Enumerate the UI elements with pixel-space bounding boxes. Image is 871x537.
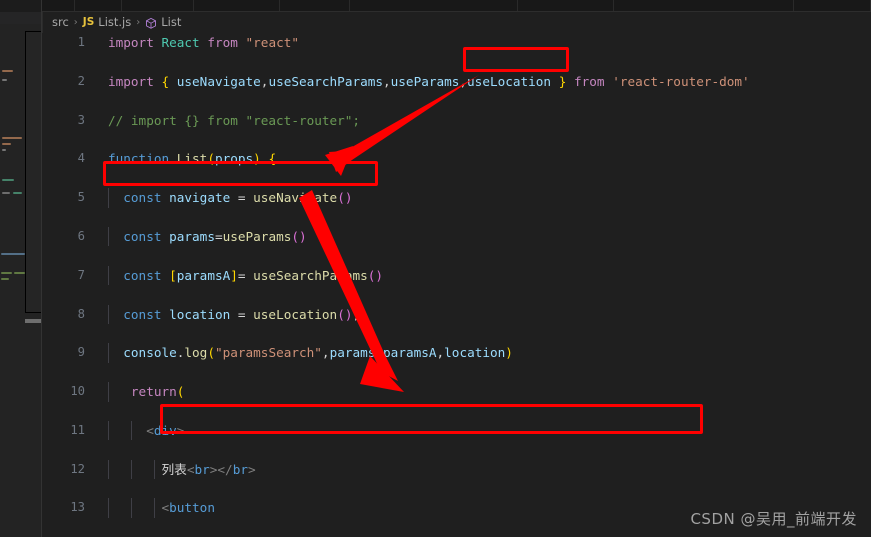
tab-segment[interactable] [794, 0, 871, 11]
tab-segment[interactable] [433, 0, 518, 11]
code-line[interactable]: 8 const location = useLocation(); [42, 304, 871, 324]
line-content[interactable]: 列表<br></br> [108, 460, 255, 479]
line-content[interactable]: const params=useParams() [108, 227, 306, 246]
minimap-scroll-slider[interactable] [25, 319, 42, 323]
minimap-strip[interactable] [0, 0, 43, 537]
breadcrumb-item-src[interactable]: src [52, 15, 69, 29]
line-number: 5 [77, 190, 85, 205]
code-line[interactable]: 5 const navigate = useNavigate() [42, 188, 871, 208]
minimap-strip-header [0, 0, 42, 12]
watermark: CSDN @吴用_前端开发 [690, 510, 857, 528]
line-number: 3 [77, 112, 85, 127]
tab-segment[interactable] [697, 0, 794, 11]
line-number: 7 [77, 267, 85, 282]
line-number: 12 [70, 461, 85, 476]
breadcrumb[interactable]: src › JS List.js › List [52, 12, 181, 32]
breadcrumb-item-file[interactable]: List.js [98, 15, 131, 29]
line-content[interactable]: import React from "react" [108, 33, 299, 52]
vscode-window: src › JS List.js › List 1 import React f… [0, 0, 871, 537]
js-file-icon: JS [82, 16, 95, 28]
line-content[interactable]: const [paramsA]= useSearchParams() [108, 266, 383, 285]
code-line[interactable]: 2 import { useNavigate,useSearchParams,u… [42, 72, 871, 91]
line-content[interactable]: const navigate = useNavigate() [108, 188, 352, 207]
code-lines[interactable]: 1 import React from "react" 2 import { u… [42, 33, 871, 518]
line-content[interactable]: function List(props) { [108, 149, 276, 168]
line-number: 8 [77, 306, 85, 321]
tab-segment[interactable] [42, 0, 75, 11]
line-number: 2 [77, 73, 85, 88]
line-number: 9 [77, 345, 85, 360]
line-content[interactable]: return( [108, 382, 184, 401]
code-line[interactable]: 12 列表<br></br> [42, 459, 871, 480]
code-line[interactable]: 3 // import {} from "react-router"; [42, 111, 871, 130]
chevron-right-icon: › [136, 16, 141, 28]
minimap-viewport[interactable] [25, 31, 42, 313]
line-content[interactable]: <button [108, 498, 214, 517]
code-line[interactable]: 10 return( [42, 382, 871, 402]
tab-segment[interactable] [122, 0, 194, 11]
line-content[interactable]: const location = useLocation(); [108, 305, 360, 324]
chevron-right-icon: › [73, 16, 78, 28]
code-line[interactable]: 6 const params=useParams() [42, 226, 871, 247]
code-line[interactable]: 7 const [paramsA]= useSearchParams() [42, 265, 871, 286]
line-number: 10 [70, 384, 85, 399]
code-line[interactable]: 1 import React from "react" [42, 33, 871, 52]
line-number: 6 [77, 228, 85, 243]
symbol-cube-icon [145, 17, 157, 30]
line-content[interactable]: import { useNavigate,useSearchParams,use… [108, 72, 750, 91]
code-editor[interactable]: 1 import React from "react" 2 import { u… [42, 33, 871, 537]
code-line[interactable]: 11 <div> [42, 420, 871, 441]
line-content[interactable]: <div> [108, 421, 184, 440]
line-number: 13 [70, 500, 85, 515]
line-number: 4 [77, 151, 85, 166]
code-line[interactable]: 9 console.log("paramsSearch",params,para… [42, 343, 871, 363]
tab-segment[interactable] [75, 0, 122, 11]
line-content[interactable]: // import {} from "react-router"; [108, 111, 360, 130]
tab-segment[interactable] [518, 0, 614, 11]
code-line[interactable]: 4 function List(props) { [42, 149, 871, 168]
line-number: 1 [77, 35, 85, 49]
tab-segment[interactable] [280, 0, 350, 11]
tab-segment[interactable] [194, 0, 280, 11]
line-number: 11 [70, 422, 85, 437]
breadcrumb-item-symbol[interactable]: List [161, 15, 181, 29]
line-content[interactable]: console.log("paramsSearch",params,params… [108, 343, 513, 362]
editor-tab-bar[interactable] [42, 0, 871, 11]
